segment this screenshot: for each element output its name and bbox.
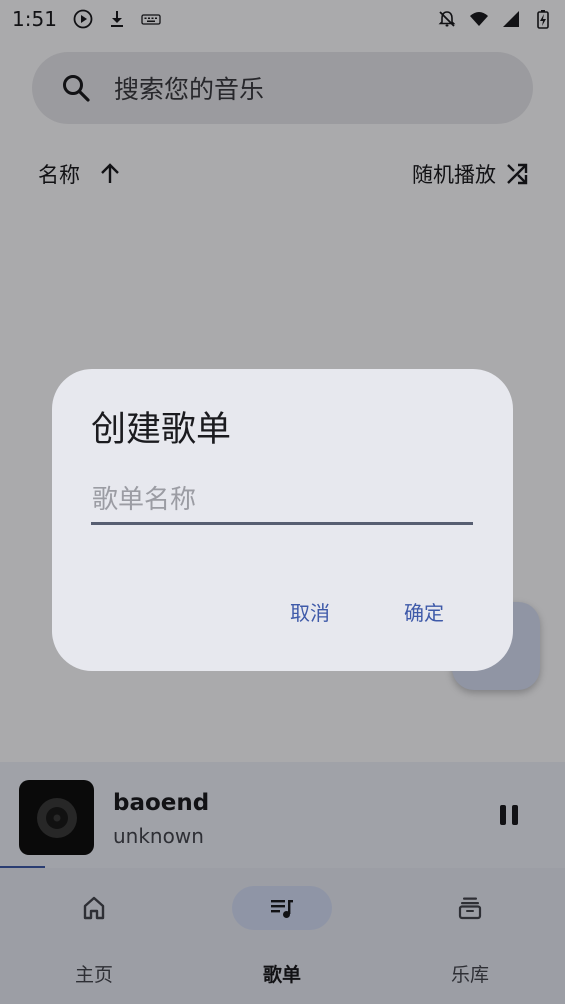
cancel-button[interactable]: 取消 — [290, 593, 330, 633]
playlist-name-field[interactable] — [91, 477, 473, 525]
create-playlist-dialog: 创建歌单 取消 确定 — [52, 369, 513, 671]
dialog-title: 创建歌单 — [91, 410, 232, 450]
confirm-button[interactable]: 确定 — [404, 593, 444, 633]
